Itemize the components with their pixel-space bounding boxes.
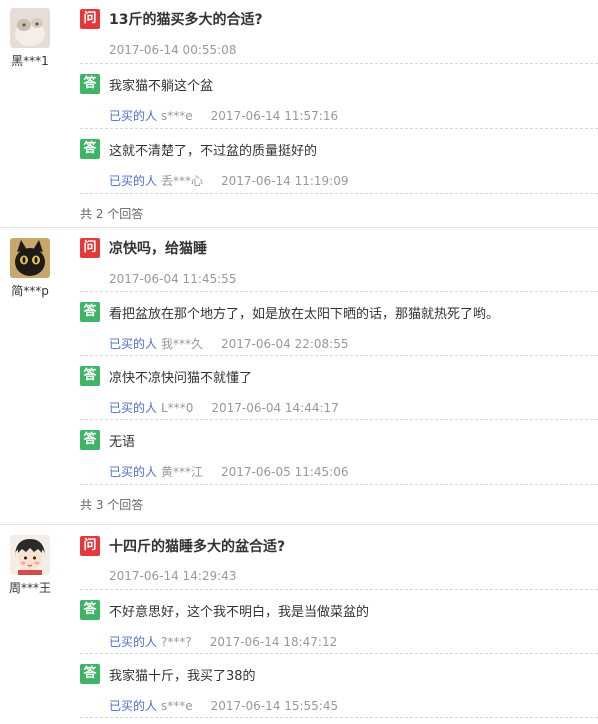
buyer-label[interactable]: 已买的人 xyxy=(109,635,157,649)
question-tag: 问 xyxy=(80,9,100,29)
answer-text: 无语 xyxy=(109,434,136,450)
question-time: 2017-06-04 11:45:55 xyxy=(109,272,237,286)
asker: 周***王 xyxy=(0,535,60,596)
answer-count[interactable]: 共 2 个回答 xyxy=(80,193,598,228)
question-text: 凉快吗，给猫睡 xyxy=(109,241,207,257)
answer-time: 2017-06-04 22:08:55 xyxy=(221,337,349,351)
asker-name: 周***王 xyxy=(8,581,51,595)
buyer-label[interactable]: 已买的人 xyxy=(109,174,157,188)
question-block: 黑***1 问 13斤的猫买多大的合适? 2017-06-14 00:55:08 … xyxy=(0,0,598,228)
answer-item: 答凉快不凉快问猫不就懂了 已买的人 L***0 2017-06-04 14:44:1… xyxy=(80,355,598,420)
answer-text: 看把盆放在那个地方了，如是放在太阳下晒的话，那猫就热死了哟。 xyxy=(109,306,500,322)
answer-tag: 答 xyxy=(80,139,100,159)
answer-text: 凉快不凉快问猫不就懂了 xyxy=(109,370,253,386)
answer-time: 2017-06-14 15:55:45 xyxy=(210,699,339,713)
question-block: 周***王 问十四斤的猫睡多大的盆合适? 2017-06-14 14:29:43… xyxy=(0,525,598,724)
question-tag: 问 xyxy=(80,238,100,258)
black-cat-avatar-icon[interactable] xyxy=(10,238,50,278)
answer-count[interactable]: 共 3 个回答 xyxy=(80,484,598,525)
buyer-label[interactable]: 已买的人 xyxy=(109,401,157,415)
answer-item: 答无语 已买的人 黄***江 2017-06-05 11:45:06 xyxy=(80,419,598,484)
answer-text: 我家猫十斤，我买了38的 xyxy=(109,668,256,684)
buyer-label[interactable]: 已买的人 xyxy=(109,699,157,713)
question-title[interactable]: 问十四斤的猫睡多大的盆合适? xyxy=(80,536,285,556)
answer-time: 2017-06-14 18:47:12 xyxy=(209,635,338,649)
answer-item: 答看把盆放在那个地方了，如是放在太阳下晒的话，那猫就热死了哟。 已买的人 我***… xyxy=(80,291,598,356)
answerer-name: s***e xyxy=(161,109,193,123)
answer-tag: 答 xyxy=(80,600,100,620)
answer-tag: 答 xyxy=(80,366,100,386)
answer-tag: 答 xyxy=(80,302,100,322)
answer-item: 答我家猫十斤，我买了38的 已买的人 s***e 2017-06-14 15:55:… xyxy=(80,653,598,718)
cartoon-girl-avatar-icon[interactable] xyxy=(10,535,50,575)
cat-photo-avatar-icon[interactable] xyxy=(10,8,50,48)
answerer-name: 黄***江 xyxy=(161,465,204,479)
answer-tag: 答 xyxy=(80,664,100,684)
answer-text: 我家猫不躺这个盆 xyxy=(109,78,214,94)
question-title[interactable]: 问凉快吗，给猫睡 xyxy=(80,238,207,258)
question-text: 十四斤的猫睡多大的盆合适? xyxy=(109,539,286,555)
buyer-label[interactable]: 已买的人 xyxy=(109,337,157,351)
asker-name: 简***p xyxy=(11,284,49,298)
answer-tag: 答 xyxy=(80,74,100,94)
question-block: 简***p 问凉快吗，给猫睡 2017-06-04 11:45:55 答看把盆放… xyxy=(0,228,598,525)
question-time: 2017-06-14 14:29:43 xyxy=(109,569,237,583)
answerer-name: ?***? xyxy=(161,635,192,649)
asker: 黑***1 xyxy=(0,8,60,69)
answerer-name: s***e xyxy=(161,699,193,713)
buyer-label[interactable]: 已买的人 xyxy=(109,109,157,123)
buyer-label[interactable]: 已买的人 xyxy=(109,465,157,479)
answer-time: 2017-06-04 14:44:17 xyxy=(211,401,339,415)
question-title[interactable]: 问 13斤的猫买多大的合适? xyxy=(80,9,263,29)
question-text: 13斤的猫买多大的合适? xyxy=(109,12,263,28)
question-time: 2017-06-14 00:55:08 xyxy=(109,43,237,57)
asker-name: 黑***1 xyxy=(11,54,49,68)
answer-time: 2017-06-05 11:45:06 xyxy=(221,465,349,479)
answer-time: 2017-06-14 11:19:09 xyxy=(221,174,349,188)
answer-item: 答这就不清楚了，不过盆的质量挺好的 已买的人 丢***心 2017-06-14 11… xyxy=(80,128,598,193)
asker: 简***p xyxy=(0,238,60,299)
answer-tag: 答 xyxy=(80,430,100,450)
answer-text: 不好意思好，这个我不明白，我是当做菜盆的 xyxy=(109,604,370,620)
answer-item: 答不好意思好，这个我不明白，我是当做菜盆的 已买的人 ?***? 2017-06-1… xyxy=(80,589,598,654)
answer-time: 2017-06-14 11:57:16 xyxy=(210,109,339,123)
answer-text: 这就不清楚了，不过盆的质量挺好的 xyxy=(109,143,318,159)
answerer-name: L***0 xyxy=(161,401,194,415)
answer-divider xyxy=(80,717,598,724)
question-tag: 问 xyxy=(80,536,100,556)
answerer-name: 丢***心 xyxy=(161,174,204,188)
answer-item: 答我家猫不躺这个盆 已买的人 s***e 2017-06-14 11:57:16 xyxy=(80,63,598,128)
answerer-name: 我***久 xyxy=(161,337,204,351)
